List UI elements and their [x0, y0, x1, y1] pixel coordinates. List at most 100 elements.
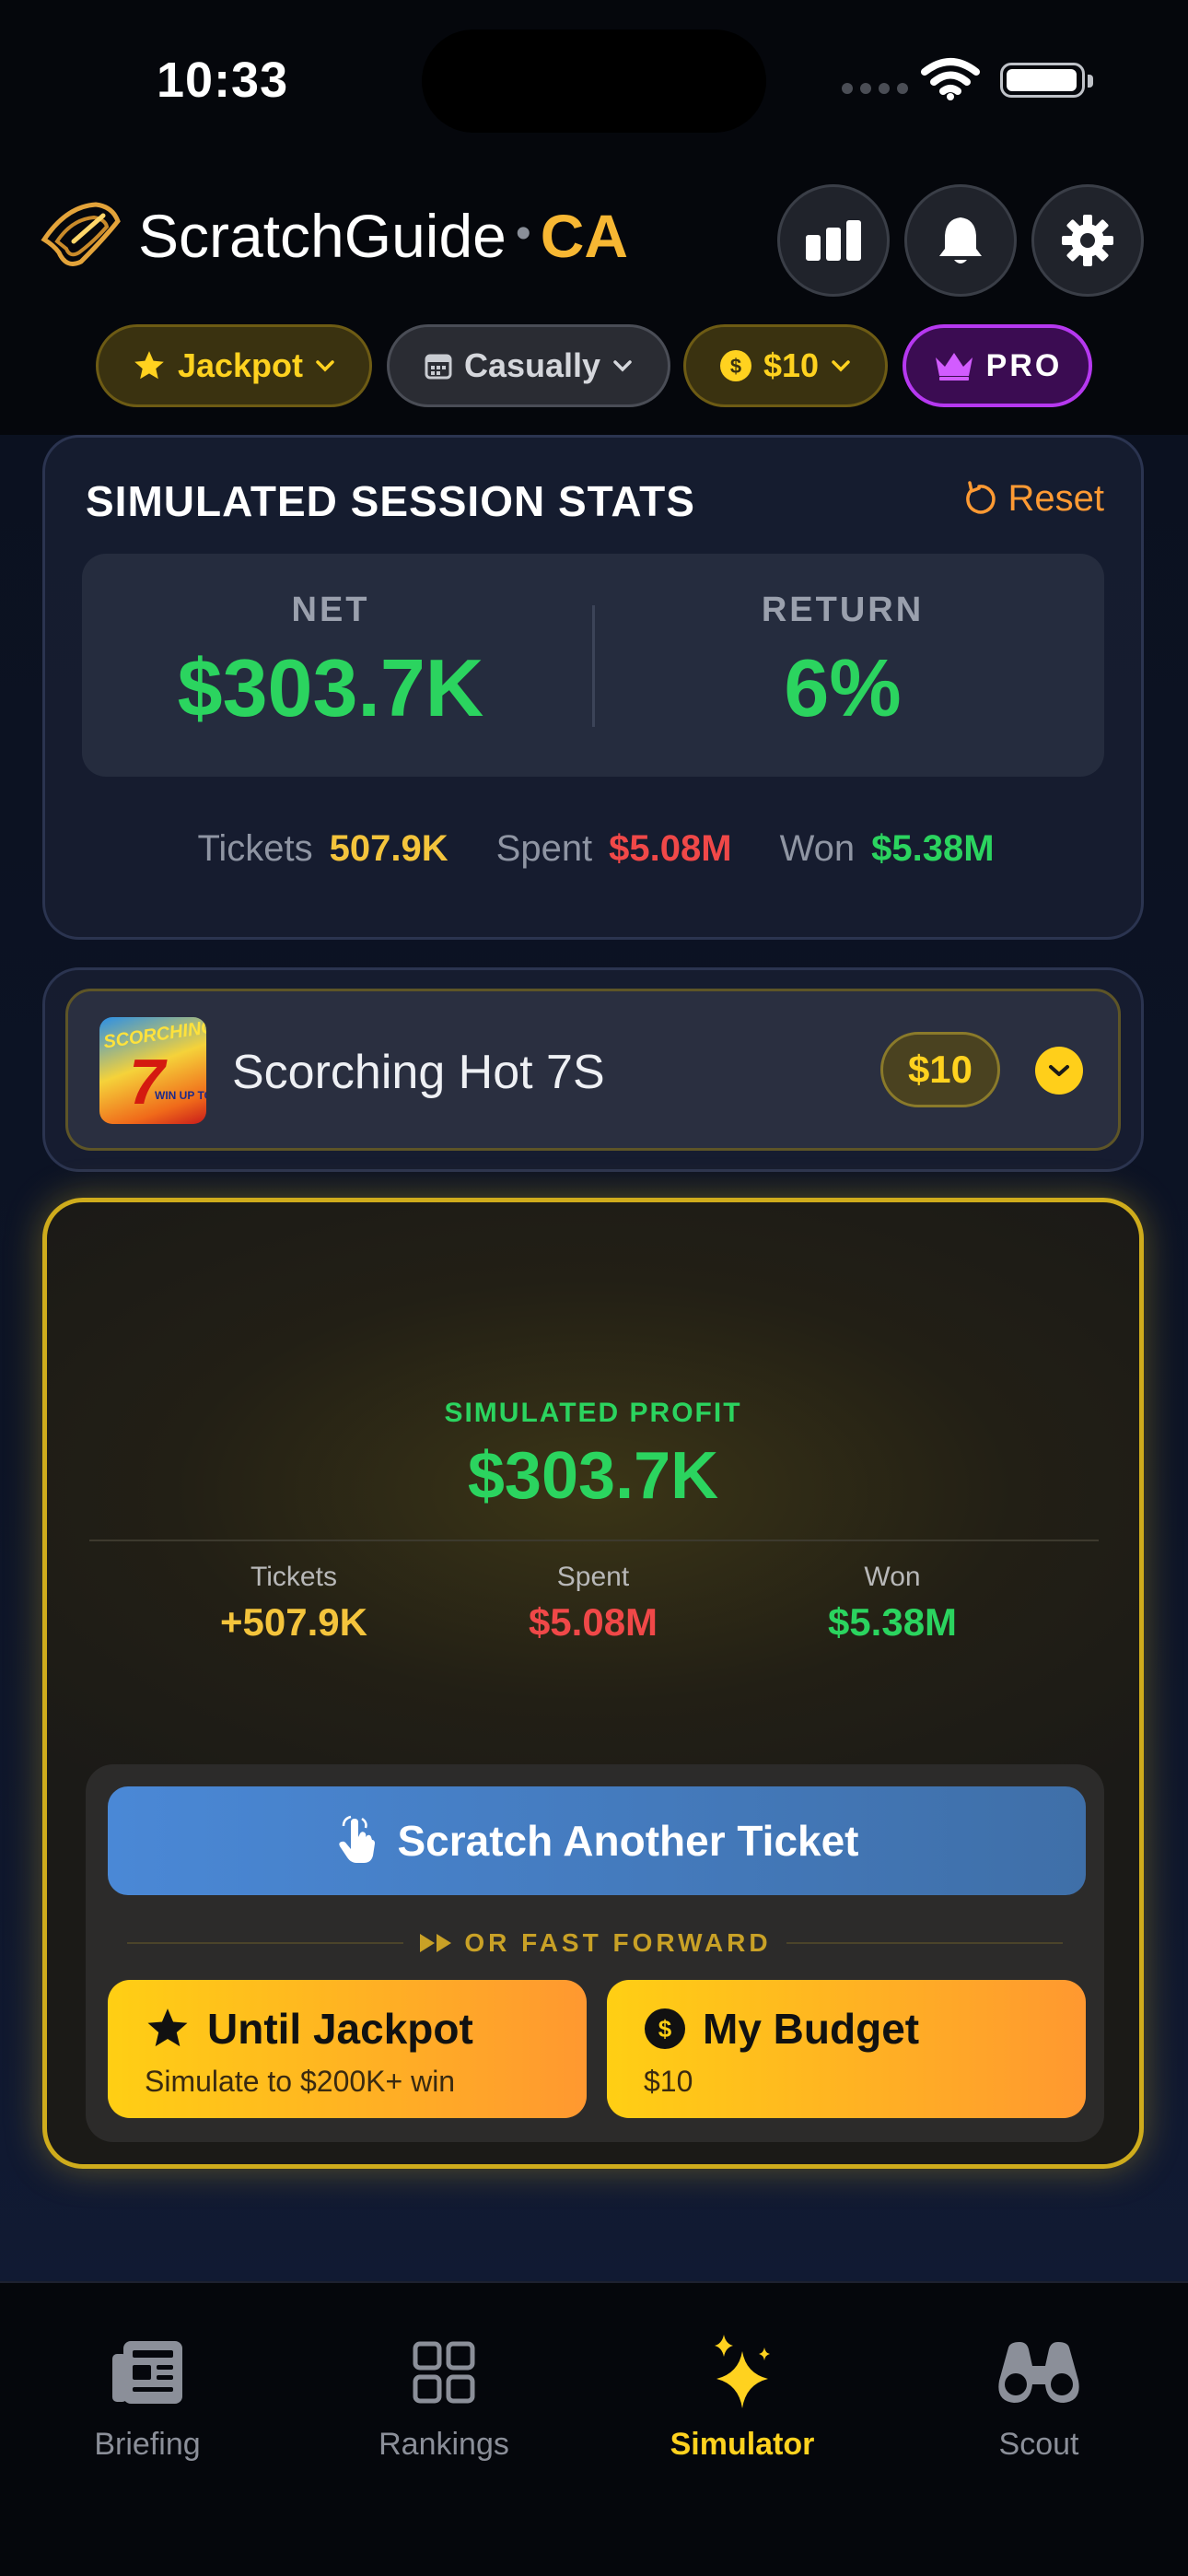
prize-mode-dropdown[interactable]: Jackpot	[96, 324, 372, 407]
sim-tickets-label: Tickets	[250, 1562, 337, 1592]
tab-label: Simulator	[670, 2427, 815, 2462]
simulated-profit-value: $303.7K	[467, 1439, 719, 1513]
sparkles-icon	[715, 2335, 770, 2408]
won-value: $5.38M	[871, 828, 995, 869]
frequency-dropdown[interactable]: Casually	[387, 324, 670, 407]
fast-forward-label-group: OR FAST FORWARD	[418, 1928, 771, 1958]
frequency-label: Casually	[463, 346, 601, 384]
my-budget-subtitle: $10	[644, 2065, 693, 2098]
coin-icon: $	[719, 350, 751, 381]
divider-line	[127, 1942, 404, 1944]
calendar-icon	[425, 354, 452, 380]
pro-label: PRO	[985, 347, 1063, 383]
cellular-signal-icon	[842, 83, 908, 94]
chevron-down-icon[interactable]	[1035, 1047, 1083, 1095]
tab-bar: Briefing Rankings Simulator Scout	[0, 2281, 1188, 2576]
my-budget-button[interactable]: $ My Budget $10	[607, 1980, 1086, 2118]
session-stats-title: SIMULATED SESSION STATS	[86, 477, 695, 525]
scratch-another-ticket-button[interactable]: Scratch Another Ticket	[108, 1786, 1086, 1895]
simulated-profit-label: SIMULATED PROFIT	[444, 1398, 742, 1428]
reset-icon	[965, 480, 996, 514]
tab-simulator[interactable]: Simulator	[623, 2331, 862, 2463]
reset-label: Reset	[1007, 478, 1105, 519]
stats-button[interactable]	[777, 184, 890, 297]
return-label: RETURN	[761, 591, 925, 629]
pro-button[interactable]: PRO	[903, 324, 1092, 407]
net-stat: NET $303.7K	[82, 591, 579, 735]
price-dropdown[interactable]: $ $10	[683, 324, 888, 407]
net-value: $303.7K	[177, 642, 484, 733]
dollar-coin-icon: $	[645, 2008, 685, 2049]
fast-forward-icon	[420, 1934, 452, 1952]
spent-stat: Spent $5.08M	[496, 828, 732, 870]
net-return-panel: NET $303.7K RETURN 6%	[82, 554, 1104, 777]
app-title: ScratchGuide • CA	[138, 201, 628, 271]
until-jackpot-subtitle: Simulate to $200K+ win	[145, 2065, 456, 2098]
won-label: Won	[779, 828, 856, 869]
svg-text:$: $	[658, 2015, 672, 2043]
sim-won-value: $5.38M	[827, 1600, 958, 1644]
settings-button[interactable]	[1031, 184, 1144, 297]
game-thumbnail: SCORCHING 7 WIN UP TO $2,000,000	[99, 1017, 206, 1124]
my-budget-title-row: $ My Budget	[644, 2004, 919, 2054]
sim-tickets-value: +507.9K	[220, 1600, 367, 1644]
reset-button[interactable]: Reset	[961, 478, 1105, 520]
newspaper-icon	[112, 2341, 182, 2404]
divider	[89, 1540, 1099, 1541]
until-jackpot-title: Until Jackpot	[207, 2005, 473, 2053]
prize-mode-label: Jackpot	[177, 346, 304, 384]
tab-rankings[interactable]: Rankings	[324, 2331, 564, 2463]
tab-scout[interactable]: Scout	[919, 2331, 1159, 2463]
tab-briefing[interactable]: Briefing	[28, 2331, 267, 2463]
tickets-value: 507.9K	[329, 828, 448, 869]
price-label: $10	[763, 346, 820, 384]
state-label[interactable]: CA	[541, 202, 628, 270]
fast-forward-label: OR FAST FORWARD	[464, 1928, 772, 1957]
chevron-down-icon	[832, 360, 850, 372]
brand-name: ScratchGuide	[138, 202, 507, 270]
tickets-stat: Tickets 507.9K	[197, 828, 448, 870]
until-jackpot-button[interactable]: Until Jackpot Simulate to $200K+ win	[108, 1980, 587, 2118]
until-jackpot-title-row: Until Jackpot	[145, 2004, 473, 2054]
sim-won-label: Won	[864, 1562, 921, 1592]
gear-icon	[1062, 215, 1113, 266]
tab-label: Scout	[998, 2427, 1079, 2462]
action-panel: Scratch Another Ticket OR FAST FORWARD U…	[86, 1764, 1104, 2142]
fast-forward-divider: OR FAST FORWARD	[86, 1928, 1104, 1958]
scratchguide-logo-icon	[41, 202, 121, 266]
divider-line	[786, 1942, 1063, 1944]
tab-label: Briefing	[94, 2427, 201, 2462]
sim-spent-stat: Spent $5.08M	[418, 1562, 768, 1645]
return-value: 6%	[784, 642, 902, 733]
bar-chart-icon	[806, 220, 861, 261]
star-icon	[147, 2008, 188, 2047]
game-selector-card: SCORCHING 7 WIN UP TO $2,000,000 Scorchi…	[42, 967, 1144, 1172]
sim-tickets-stat: Tickets +507.9K	[119, 1562, 469, 1645]
bell-icon	[939, 217, 982, 263]
sim-spent-label: Spent	[556, 1562, 630, 1592]
session-stats-card: SIMULATED SESSION STATS Reset NET $303.7…	[42, 435, 1144, 940]
chevron-down-icon	[316, 360, 334, 372]
thumb-prize: WIN UP TO $2,000,000	[155, 1089, 206, 1102]
grid-icon	[413, 2341, 475, 2404]
spent-value: $5.08M	[609, 828, 732, 869]
battery-icon	[1000, 63, 1093, 98]
tap-hand-icon	[339, 1815, 376, 1863]
spent-label: Spent	[495, 828, 593, 869]
game-price-badge: $10	[880, 1032, 1000, 1107]
session-totals-row: Tickets 507.9K Spent $5.08M Won $5.38M	[45, 828, 1147, 870]
tickets-label: Tickets	[197, 828, 313, 869]
status-time: 10:33	[157, 53, 289, 108]
chevron-down-icon	[613, 360, 632, 372]
notifications-button[interactable]	[904, 184, 1017, 297]
dynamic-island	[422, 29, 766, 133]
game-name: Scorching Hot 7S	[232, 1046, 605, 1099]
net-label: NET	[291, 591, 370, 629]
brand-separator: •	[515, 209, 531, 258]
simulator-panel: SIMULATED PROFIT $303.7K Tickets +507.9K…	[42, 1198, 1144, 2169]
thumb-numeral: 7	[129, 1046, 165, 1118]
sim-spent-value: $5.08M	[528, 1600, 658, 1644]
game-selector[interactable]: SCORCHING 7 WIN UP TO $2,000,000 Scorchi…	[65, 989, 1121, 1151]
won-stat: Won $5.38M	[780, 828, 995, 870]
star-icon	[134, 351, 164, 380]
